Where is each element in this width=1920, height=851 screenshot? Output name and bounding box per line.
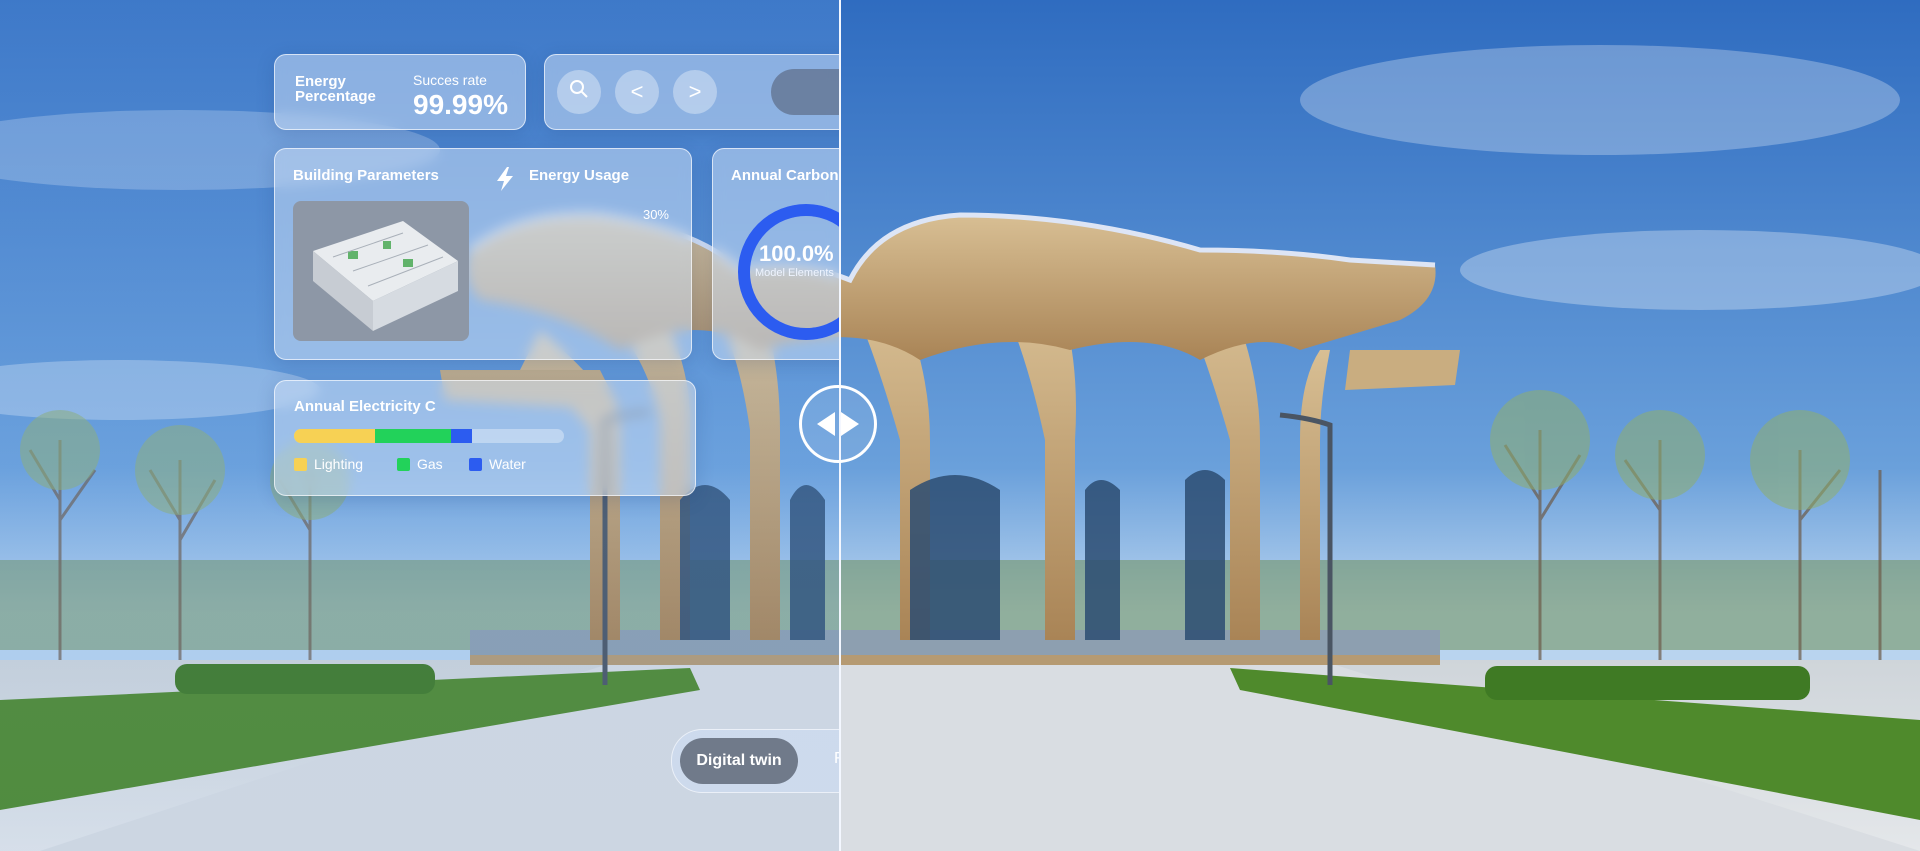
view-mode-switch: Digital twin F bbox=[671, 729, 840, 793]
energy-usage-title: Energy Usage bbox=[529, 167, 630, 184]
annual-electricity-card: Annual Electricity C Lighting Gas Water bbox=[274, 380, 696, 496]
split-handle[interactable] bbox=[799, 385, 877, 463]
success-rate-label: Succes rate bbox=[413, 72, 487, 88]
legend-gas-label: Gas bbox=[417, 456, 443, 472]
energy-percentage-label: Energy Percentage bbox=[295, 73, 376, 105]
success-rate-value: 99.99% bbox=[413, 89, 508, 120]
building-parameters-title: Building Parameters bbox=[293, 167, 439, 184]
lighting-swatch bbox=[294, 457, 307, 471]
energy-usage-value: 30% bbox=[642, 207, 669, 222]
energy-percentage-card: Energy Percentage Succes rate 99.99% bbox=[274, 54, 526, 130]
carbon-value: 100.0% bbox=[759, 241, 834, 266]
legend-water-label: Water bbox=[489, 456, 526, 472]
lightning-icon bbox=[497, 167, 513, 196]
legend-lighting: Lighting bbox=[294, 456, 363, 472]
next-button[interactable]: > bbox=[673, 70, 717, 114]
electricity-segment-lighting bbox=[294, 429, 375, 443]
search-icon bbox=[569, 79, 589, 105]
digital-twin-tab[interactable]: Digital twin bbox=[680, 738, 798, 784]
water-swatch bbox=[469, 457, 482, 471]
arrow-right-icon bbox=[841, 412, 859, 436]
arrow-left-icon bbox=[817, 412, 835, 436]
dashboard-panels: Energy Percentage Succes rate 99.99% < >… bbox=[0, 0, 840, 851]
electricity-bar bbox=[294, 429, 564, 443]
energy-usage-row: 30% bbox=[509, 207, 669, 222]
electricity-segment-gas bbox=[375, 429, 451, 443]
legend-water: Water bbox=[469, 456, 526, 472]
carbon-subtitle: Model Elements bbox=[755, 267, 834, 279]
electricity-segment-water bbox=[450, 429, 473, 443]
previous-button[interactable]: < bbox=[615, 70, 659, 114]
toolbar: < > bbox=[544, 54, 840, 130]
annual-carbon-card: Annual Carbon 100.0% Model Elements bbox=[712, 148, 840, 360]
annual-electricity-title: Annual Electricity C bbox=[294, 398, 436, 415]
toolbar-pill[interactable] bbox=[771, 69, 840, 115]
search-button[interactable] bbox=[557, 70, 601, 114]
annual-carbon-title: Annual Carbon bbox=[731, 167, 839, 184]
building-model-thumbnail[interactable] bbox=[293, 201, 469, 341]
gas-swatch bbox=[397, 457, 410, 471]
building-parameters-card: Building Parameters Energy Usage 30% bbox=[274, 148, 692, 360]
legend-lighting-label: Lighting bbox=[314, 456, 364, 472]
legend-gas: Gas bbox=[397, 456, 443, 472]
